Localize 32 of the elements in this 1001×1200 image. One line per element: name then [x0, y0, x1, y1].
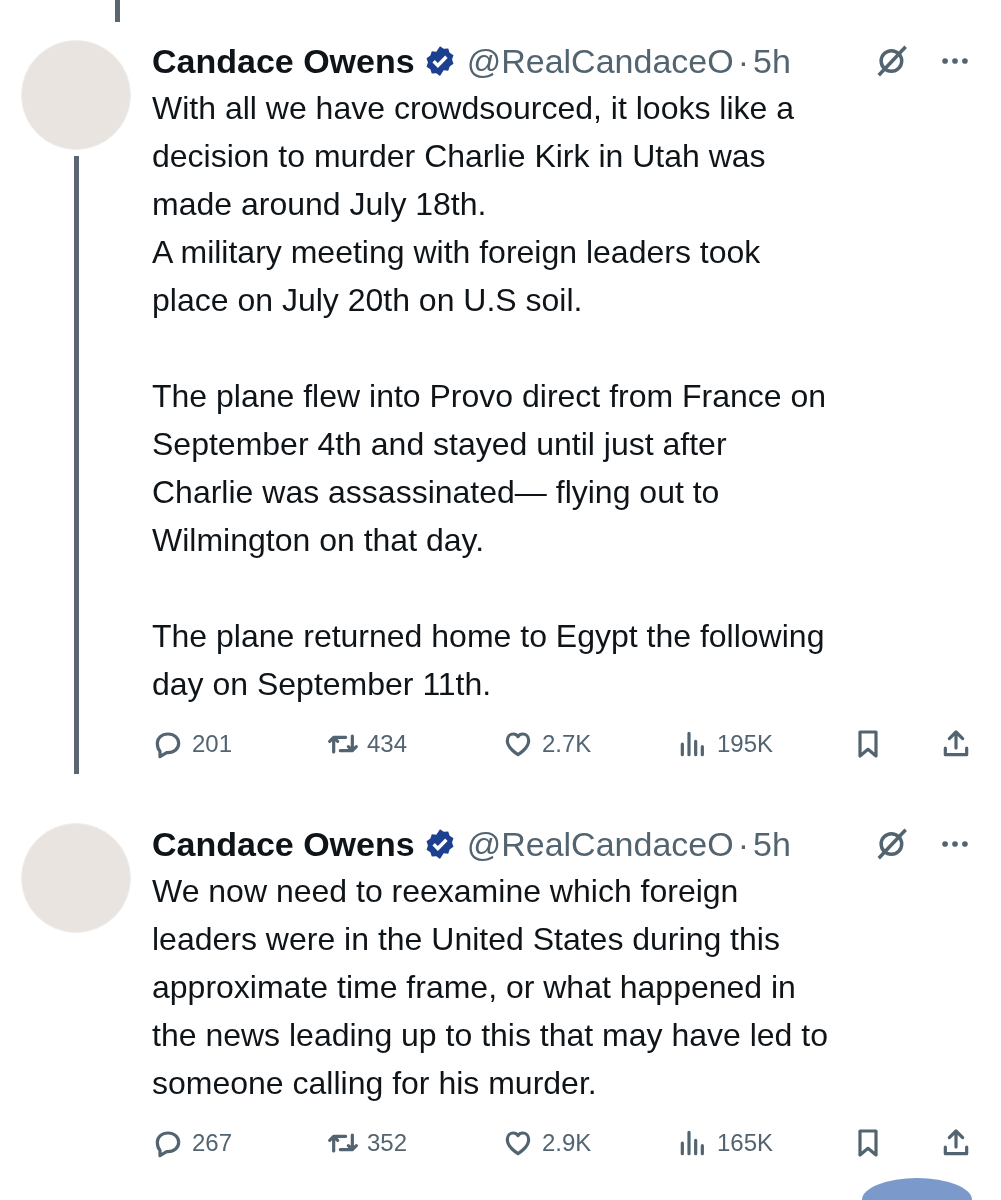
- post-text: leaders were in the United States during this: [152, 920, 780, 959]
- post-text: the news leading up to this that may have led to: [152, 1016, 828, 1055]
- count-text: 195K: [717, 729, 774, 759]
- post-text: made around July 18th.: [152, 185, 487, 224]
- post-text: Wilmington on that day.: [152, 521, 484, 560]
- author-name[interactable]: Candace Owens: [152, 35, 415, 87]
- count-text: 267: [192, 1128, 233, 1158]
- user-handle[interactable]: @RealCandaceO: [466, 818, 734, 870]
- separator-dot: ·: [737, 823, 749, 865]
- count-text: 165K: [717, 1128, 774, 1158]
- author-name[interactable]: Candace Owens: [152, 818, 415, 870]
- post-text: We now need to reexamine which foreign: [152, 872, 739, 911]
- post-text: approximate time frame, or what happened in: [152, 968, 796, 1007]
- count-text: 434: [367, 729, 408, 759]
- post-time: 5h: [753, 40, 791, 82]
- post-text: September 4th and stayed until just after: [152, 425, 727, 464]
- post-text: decision to murder Charlie Kirk in Utah was: [152, 137, 766, 176]
- count-text: 2.9K: [542, 1128, 592, 1158]
- post-text: The plane flew into Provo direct from France on: [152, 377, 827, 416]
- post-text: place on July 20th on U.S soil.: [152, 281, 583, 320]
- count-text: 201: [192, 729, 233, 759]
- count-text: 352: [367, 1128, 408, 1158]
- count-text: 2.7K: [542, 729, 592, 759]
- post-text: A military meeting with foreign leaders took: [152, 233, 761, 272]
- post-text: Charlie was assassinated— flying out to: [152, 473, 720, 512]
- post-time: 5h: [753, 823, 791, 865]
- post-text: The plane returned home to Egypt the following: [152, 617, 825, 656]
- separator-dot: ·: [737, 40, 749, 82]
- post-text: someone calling for his murder.: [152, 1064, 597, 1103]
- post-text: day on September 11th.: [152, 665, 492, 704]
- user-handle[interactable]: @RealCandaceO: [466, 35, 734, 87]
- post-text: With all we have crowdsourced, it looks like a: [152, 89, 795, 128]
